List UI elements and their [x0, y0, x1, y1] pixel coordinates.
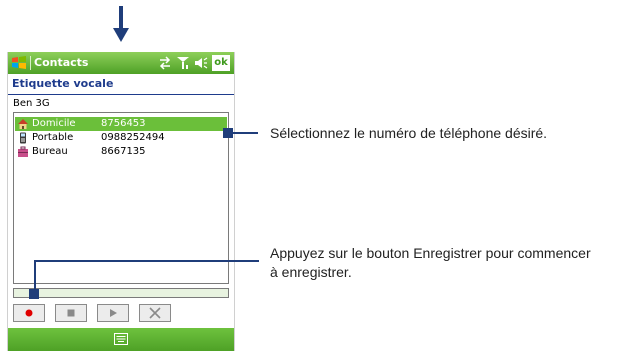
list-item-portable[interactable]: Portable 0988252494 — [15, 131, 227, 145]
callout-marker — [29, 289, 39, 299]
callout-record-line1: Appuyez sur le bouton Enregistrer pour c… — [270, 245, 591, 261]
callout-line — [35, 260, 259, 262]
stop-button[interactable] — [55, 304, 87, 322]
top-arrow-line — [119, 6, 123, 30]
callout-line — [231, 132, 258, 134]
close-icon — [149, 307, 161, 319]
screen-header: Etiquette vocale — [8, 74, 234, 95]
list-item-number: 0988252494 — [101, 132, 165, 143]
keyboard-icon[interactable] — [114, 333, 128, 345]
list-item-label: Domicile — [32, 118, 76, 129]
office-icon — [18, 146, 28, 157]
contact-name: Ben 3G — [13, 98, 50, 109]
record-button[interactable] — [13, 304, 45, 322]
record-icon — [25, 309, 33, 317]
list-item-bureau[interactable]: Bureau 8667135 — [15, 145, 227, 159]
screen-title: Etiquette vocale — [12, 77, 114, 90]
ok-button[interactable]: ok — [212, 55, 230, 71]
list-item-label: Bureau — [32, 146, 68, 157]
list-item-domicile[interactable]: Domicile 8756453 — [15, 117, 227, 131]
volume-icon[interactable] — [194, 56, 208, 70]
signal-icon[interactable] — [176, 56, 190, 70]
delete-button[interactable] — [139, 304, 171, 322]
start-menu-icon[interactable] — [11, 55, 27, 71]
title-separator — [30, 56, 31, 70]
mobile-phone-icon — [20, 132, 26, 144]
callout-record-line2: à enregistrer. — [270, 264, 352, 280]
list-item-label: Portable — [32, 132, 74, 143]
phone-number-list[interactable]: Domicile 8756453 Portable 0988252494 Bur… — [13, 112, 229, 284]
list-item-number: 8667135 — [101, 146, 146, 157]
app-title: Contacts — [34, 56, 89, 69]
title-bar: Contacts ok — [8, 52, 234, 74]
home-icon — [18, 119, 28, 129]
play-button[interactable] — [97, 304, 129, 322]
callout-line — [34, 260, 36, 290]
down-arrow-icon — [113, 28, 129, 42]
stop-icon — [67, 309, 75, 317]
recording-progress-bar — [13, 288, 229, 298]
connectivity-icon[interactable] — [158, 56, 172, 70]
callout-select-number: Sélectionnez le numéro de téléphone dési… — [270, 125, 548, 141]
menu-bar — [8, 328, 234, 351]
list-item-number: 8756453 — [101, 118, 146, 129]
play-icon — [110, 309, 117, 317]
device-screen: Contacts ok Etiquette vocale Ben 3G Domi… — [7, 52, 235, 351]
